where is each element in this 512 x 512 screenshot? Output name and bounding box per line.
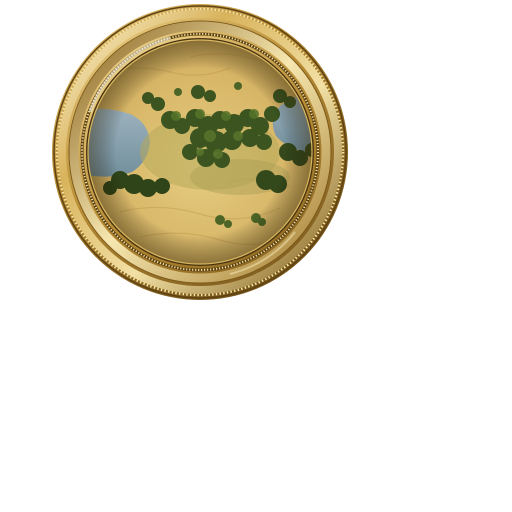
map-medallion[interactable]	[50, 2, 350, 302]
map-medallion-graphic	[52, 4, 348, 300]
map-preview-stage	[0, 0, 512, 512]
